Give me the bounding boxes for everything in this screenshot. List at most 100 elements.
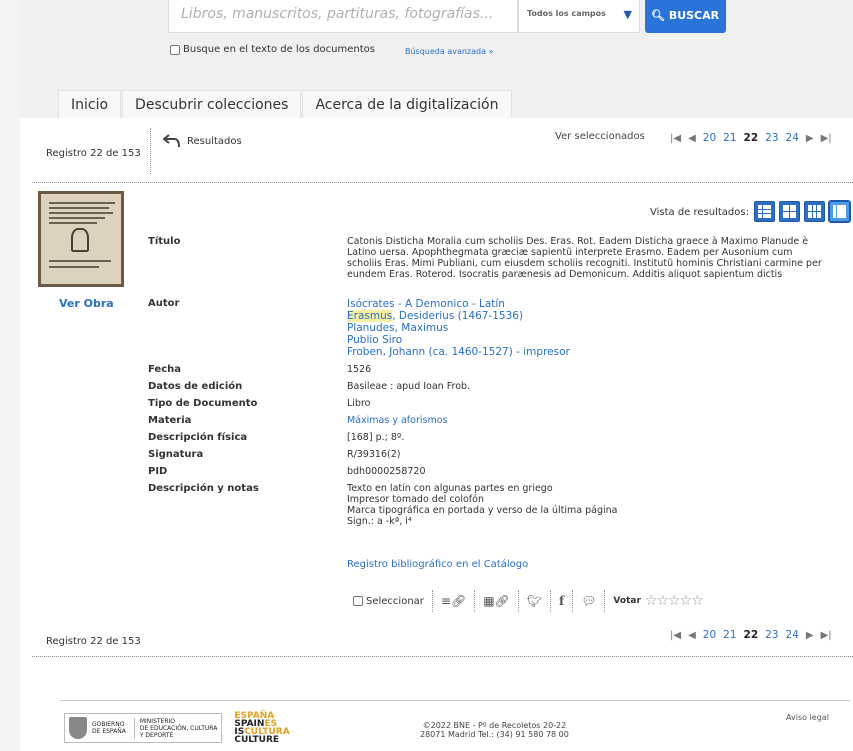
field-label: Título: [148, 236, 181, 247]
rating-stars[interactable]: ☆☆☆☆☆: [645, 593, 704, 609]
footer-divider: [60, 700, 850, 701]
twitter-icon[interactable]: 🐦︎: [527, 594, 542, 608]
footer-address: ©2022 BNE - Pº de Recoletos 20-22 28071 …: [420, 721, 569, 739]
field-label: Descripción física: [148, 432, 248, 443]
row-autor: Autor Isócrates - A Demonico - Latín Era…: [148, 298, 848, 364]
nota-line: Marca tipográfica en portada y verso de …: [347, 505, 618, 516]
last-page-icon[interactable]: ▶|: [821, 630, 832, 641]
search-button-label: BUSCAR: [668, 9, 720, 22]
page-link[interactable]: 20: [703, 132, 716, 144]
signatura-value: R/39316(2): [347, 449, 401, 460]
tab-acerca-digitalizacion[interactable]: Acerca de la digitalización: [302, 90, 512, 118]
nota-line: Texto en latín con algunas partes en gri…: [347, 483, 553, 494]
search-button[interactable]: 🔍︎ BUSCAR: [645, 0, 726, 33]
advanced-search-link[interactable]: Búsqueda avanzada »: [405, 47, 493, 56]
spain-is-culture-logo[interactable]: ESPAÑA SPAINES ISCULTURA CULTURE: [234, 712, 289, 745]
record-counter-bottom: Registro 22 de 153: [46, 636, 141, 647]
first-page-icon[interactable]: |◀: [670, 630, 681, 641]
grid-2-view-icon[interactable]: [779, 201, 800, 222]
field-label: Fecha: [148, 364, 182, 375]
field-select[interactable]: Todos los campos ▼: [518, 0, 640, 33]
field-select-value: Todos los campos: [527, 9, 606, 18]
fisica-value: [168] p.; 8º.: [347, 432, 405, 443]
divider: [150, 128, 151, 174]
search-header: Libros, manuscritos, partituras, fotogra…: [20, 0, 853, 118]
gobierno-logo[interactable]: GOBIERNO DE ESPAÑA MINISTERIO DE EDUCACIÓN…: [64, 713, 223, 743]
row-fisica: Descripción física [168] p.; 8º.: [148, 432, 848, 449]
nota-line: Impresor tomado del colofón: [347, 494, 484, 505]
row-tipo: Tipo de Documento Libro: [148, 398, 848, 415]
titulo-value: Catonis Disticha Moralia cum scholiis De…: [347, 236, 822, 280]
prev-page-icon[interactable]: ◀: [688, 133, 696, 144]
page-link[interactable]: 20: [703, 629, 716, 641]
detail-view-icon[interactable]: [828, 200, 851, 223]
first-page-icon[interactable]: |◀: [670, 133, 681, 144]
tab-inicio[interactable]: Inicio: [58, 90, 122, 118]
grid-3-view-icon[interactable]: [804, 201, 825, 222]
thumbnail-image: [41, 194, 121, 284]
record-details: Título Catonis Disticha Moralia cum scho…: [148, 236, 848, 533]
main-tabs: Inicio Descubrir colecciones Acerca de l…: [58, 90, 513, 118]
page-link[interactable]: 21: [723, 629, 736, 641]
votar-label: Votar: [613, 596, 641, 606]
last-page-icon[interactable]: ▶|: [821, 133, 832, 144]
materia-value: Máximas y aforismos: [347, 415, 827, 432]
divider: [32, 656, 853, 657]
ver-obra-link[interactable]: Ver Obra: [59, 297, 114, 310]
ver-seleccionados-link[interactable]: Ver seleccionados: [555, 131, 645, 142]
row-fecha: Fecha 1526: [148, 364, 848, 381]
search-input[interactable]: Libros, manuscritos, partituras, fotogra…: [168, 0, 518, 33]
document-thumbnail[interactable]: [38, 191, 124, 287]
view-mode-switcher: [754, 200, 853, 223]
page-link[interactable]: 24: [786, 629, 799, 641]
share-link-icon[interactable]: ≡🔗︎: [441, 594, 466, 608]
embed-link-icon[interactable]: ▦🔗︎: [483, 594, 510, 608]
fulltext-option[interactable]: Busque en el texto de los documentos: [170, 44, 375, 55]
tab-descubrir-colecciones[interactable]: Descubrir colecciones: [122, 90, 302, 118]
page-link[interactable]: 23: [765, 629, 778, 641]
row-materia: Materia Máximas y aforismos: [148, 415, 848, 432]
fecha-value: 1526: [347, 364, 372, 375]
row-titulo: Título Catonis Disticha Moralia cum scho…: [148, 236, 848, 298]
author-rest: , Desiderius (1467-1536): [392, 310, 524, 322]
fulltext-checkbox[interactable]: [170, 44, 180, 55]
aviso-legal-link[interactable]: Aviso legal: [786, 713, 829, 722]
select-label: Seleccionar: [366, 595, 424, 607]
row-signatura: Signatura R/39316(2): [148, 449, 848, 466]
page-link[interactable]: 21: [723, 132, 736, 144]
catalogo-link[interactable]: Registro bibliográfico en el Catálogo: [347, 559, 528, 570]
notas-value: Texto en latín con algunas partes en gri…: [347, 483, 827, 533]
next-page-icon[interactable]: ▶: [806, 133, 814, 144]
list-view-icon[interactable]: [754, 201, 775, 222]
prev-page-icon[interactable]: ◀: [688, 630, 696, 641]
back-to-results-link[interactable]: Resultados: [163, 134, 242, 148]
record-toolbar: Seleccionar ≡🔗︎ ▦🔗︎ 🐦︎ f 💬︎ Votar ☆☆☆☆☆: [353, 590, 704, 612]
field-label: Datos de edición: [148, 381, 243, 392]
author-link-erasmus[interactable]: Erasmus, Desiderius (1467-1536): [347, 310, 827, 322]
coat-of-arms-icon: [69, 717, 87, 739]
page: Libros, manuscritos, partituras, fotogra…: [20, 0, 853, 751]
results-label: Resultados: [187, 135, 242, 147]
comment-icon[interactable]: 💬︎: [581, 594, 596, 608]
edicion-value: Basileae : apud Ioan Frob.: [347, 381, 471, 392]
author-link[interactable]: Froben, Johann (ca. 1460-1527) - impreso…: [347, 346, 827, 358]
author-link[interactable]: Planudes, Maximus: [347, 322, 827, 334]
author-link[interactable]: Publio Siro: [347, 334, 827, 346]
next-page-icon[interactable]: ▶: [806, 630, 814, 641]
select-checkbox[interactable]: [353, 596, 363, 606]
footer-logos: GOBIERNO DE ESPAÑA MINISTERIO DE EDUCACIÓN…: [64, 712, 290, 745]
field-label: Autor: [148, 298, 180, 309]
field-label: Materia: [148, 415, 192, 426]
materia-link[interactable]: Máximas y aforismos: [347, 415, 447, 426]
record-counter-top: Registro 22 de 153: [46, 148, 141, 159]
autor-list: Isócrates - A Demonico - Latín Erasmus, …: [347, 298, 827, 364]
page-link[interactable]: 24: [786, 132, 799, 144]
tipo-value: Libro: [347, 398, 371, 409]
current-page: 22: [743, 629, 759, 641]
gobierno-text: GOBIERNO DE ESPAÑA: [92, 721, 126, 735]
author-link[interactable]: Isócrates - A Demonico - Latín: [347, 298, 827, 310]
page-link[interactable]: 23: [765, 132, 778, 144]
facebook-icon[interactable]: f: [559, 594, 564, 608]
row-pid: PID bdh0000258720: [148, 466, 848, 483]
fulltext-label: Busque en el texto de los documentos: [183, 44, 375, 55]
